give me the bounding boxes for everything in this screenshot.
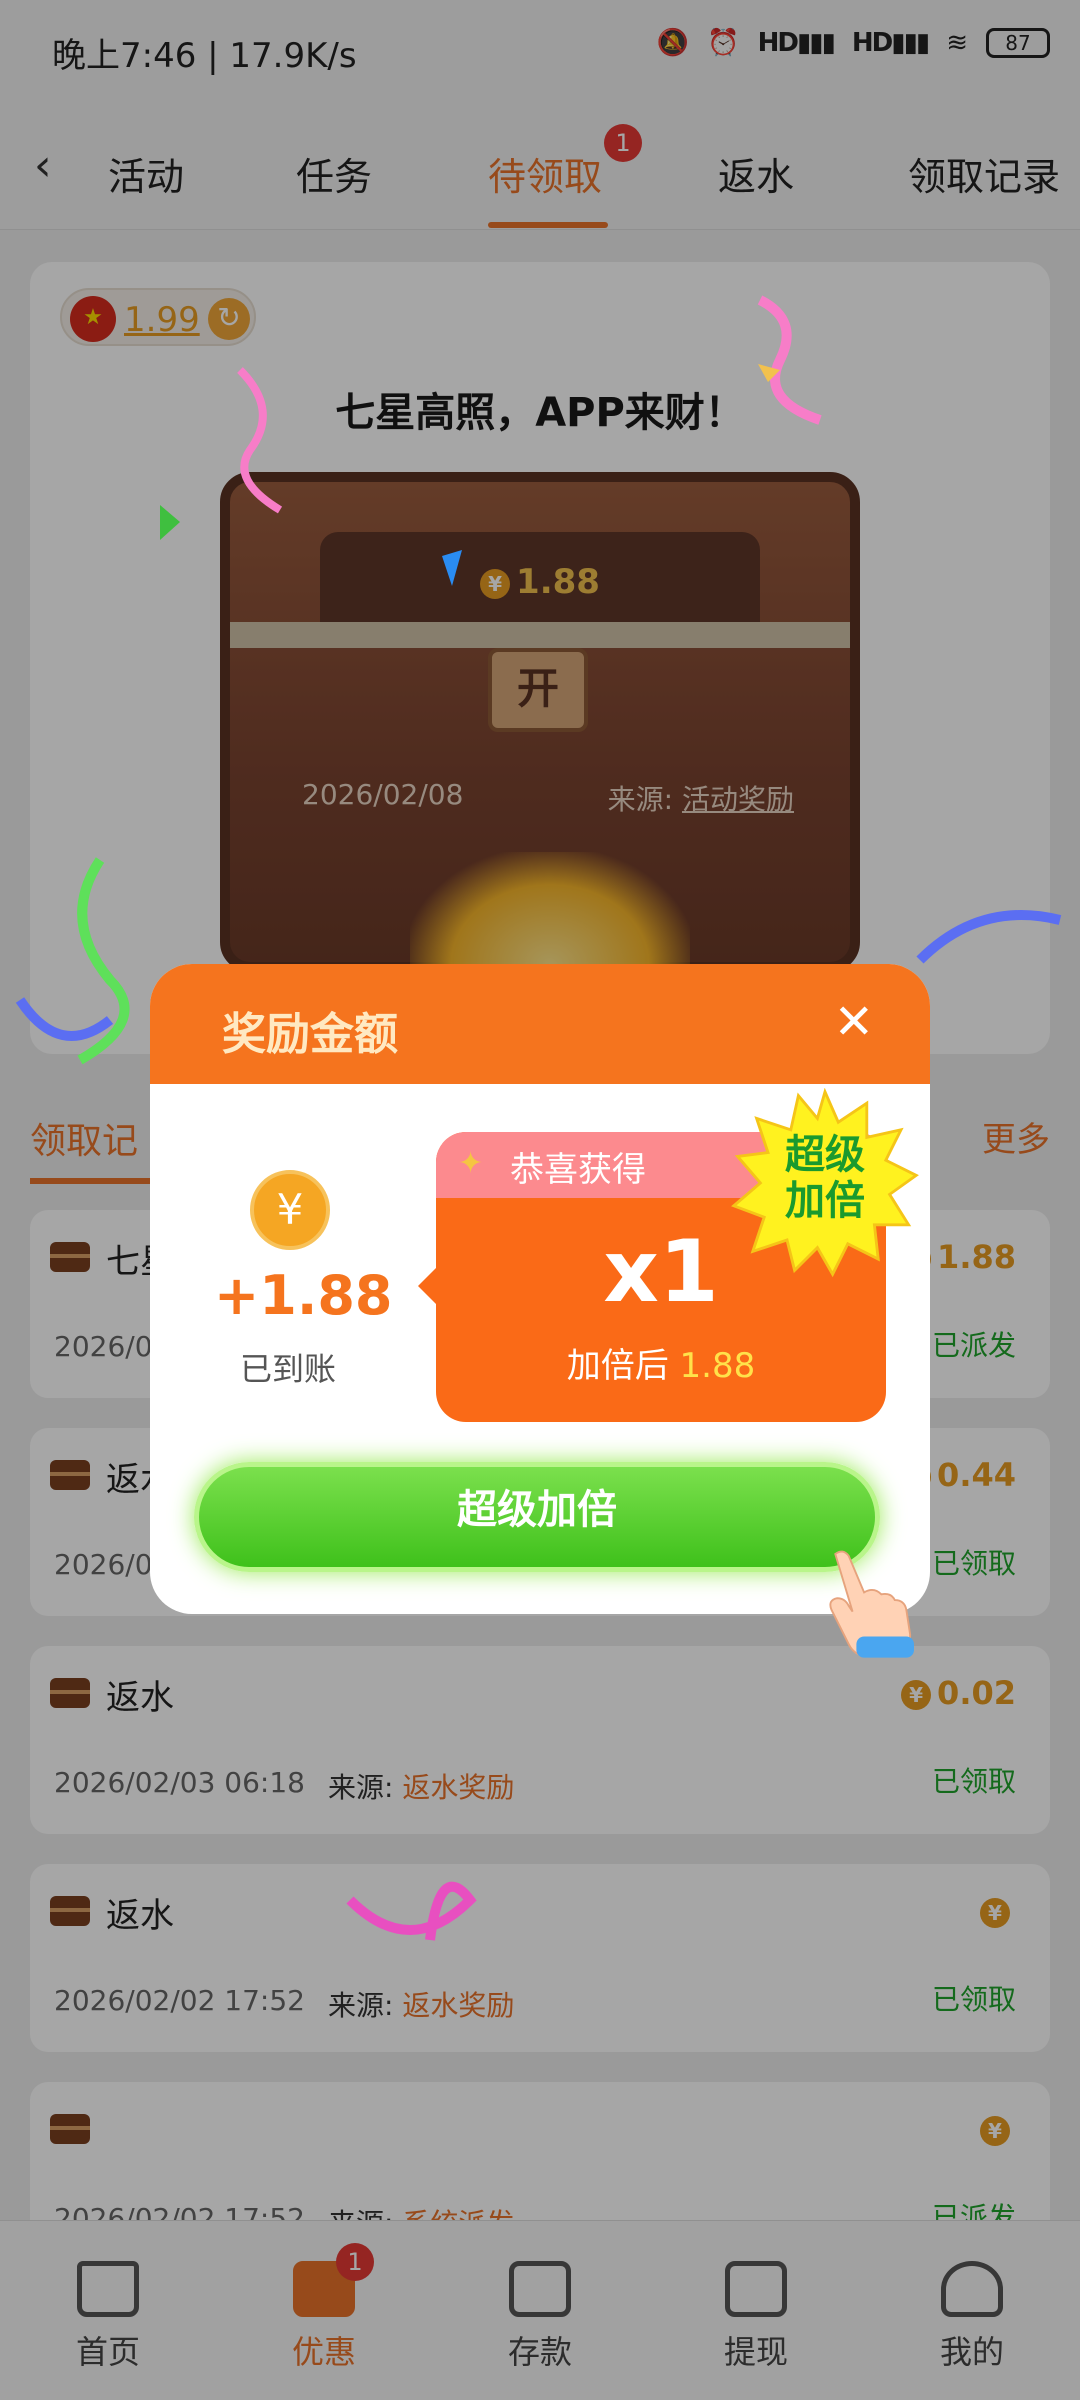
- gain-amount: +1.88: [214, 1264, 393, 1327]
- burst-line-1: 超级: [785, 1132, 865, 1178]
- after-multiplier-value: 1.88: [679, 1346, 756, 1386]
- super-double-button-label: 超级加倍: [457, 1487, 617, 1533]
- burst-line-2: 加倍: [785, 1178, 865, 1224]
- reward-modal: 奖励金额 ✕ ¥ +1.88 已到账 ✦ 恭喜获得 x1 加倍后 1.88 超级…: [150, 964, 930, 1658]
- modal-header: 奖励金额 ✕: [150, 964, 930, 1084]
- burst-label: 超级 加倍: [730, 1132, 920, 1224]
- after-multiplier: 加倍后 1.88: [566, 1346, 756, 1386]
- congrats-text: 恭喜获得: [510, 1150, 646, 1190]
- gain-label: 已到账: [240, 1350, 337, 1388]
- close-icon[interactable]: ✕: [834, 994, 874, 1050]
- super-double-button[interactable]: 超级加倍: [194, 1462, 880, 1572]
- modal-title: 奖励金额: [222, 1009, 398, 1060]
- sleeve-cuff: [856, 1636, 914, 1658]
- party-popper-icon: ✦: [458, 1146, 484, 1181]
- yuan-coin-icon: ¥: [250, 1170, 330, 1250]
- burst-label-wrap: 超级 加倍: [730, 1088, 920, 1278]
- pointing-hand-icon: [829, 1550, 914, 1658]
